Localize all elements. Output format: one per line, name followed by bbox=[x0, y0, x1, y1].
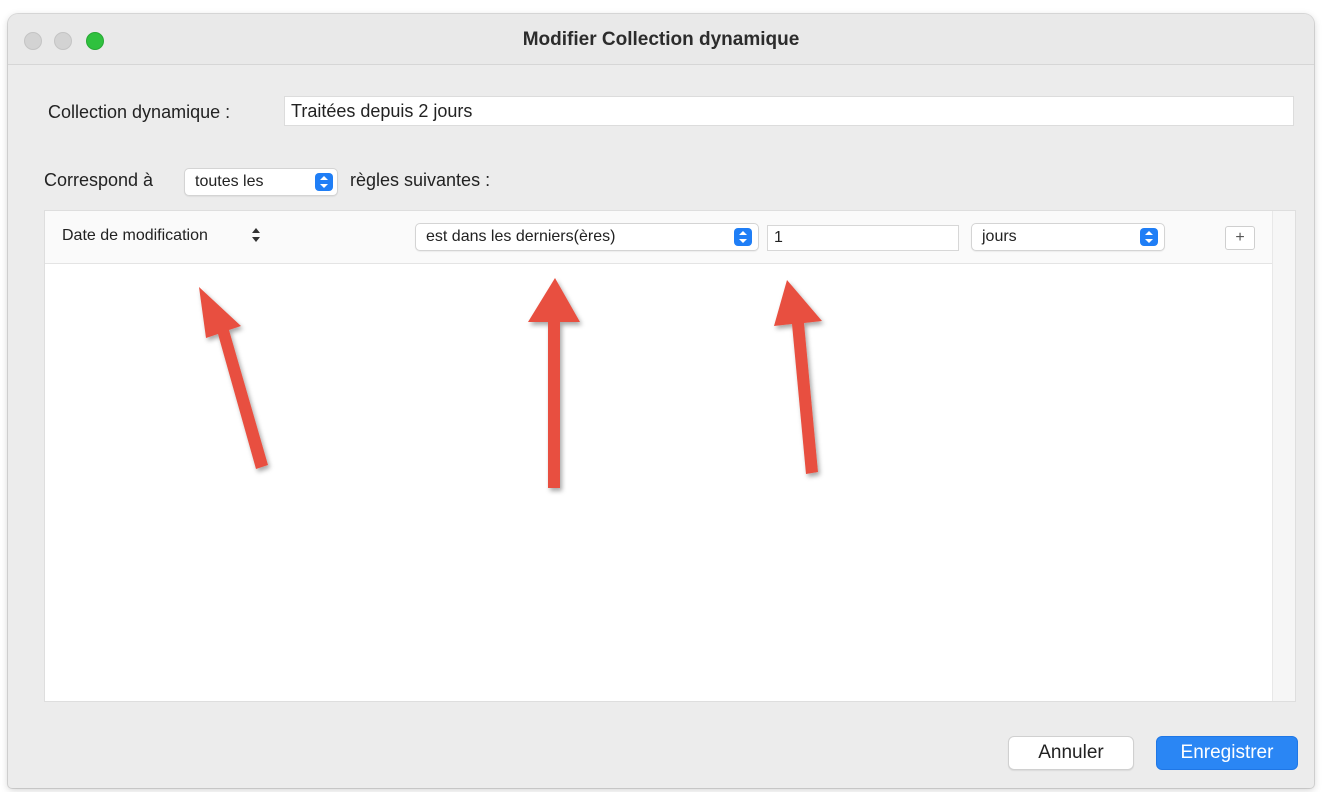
save-button[interactable]: Enregistrer bbox=[1156, 736, 1298, 770]
match-mode-select[interactable]: toutes les bbox=[184, 168, 338, 196]
popup-stepper-icon bbox=[315, 173, 333, 191]
rules-list: Date de modification est dans les dernie… bbox=[44, 210, 1296, 702]
rule-field-label[interactable]: Date de modification bbox=[62, 227, 208, 245]
cancel-button[interactable]: Annuler bbox=[1008, 736, 1134, 770]
rule-row: Date de modification est dans les dernie… bbox=[45, 211, 1273, 264]
add-rule-button[interactable]: + bbox=[1225, 226, 1255, 250]
collection-name-row: Collection dynamique : bbox=[48, 96, 1298, 130]
match-prefix-label: Correspond à bbox=[44, 170, 154, 190]
collection-name-label: Collection dynamique : bbox=[48, 102, 231, 122]
popup-stepper-icon bbox=[734, 228, 752, 246]
rule-field-updown-icon[interactable] bbox=[252, 228, 260, 242]
rule-value-input[interactable] bbox=[767, 225, 959, 251]
collection-name-input[interactable] bbox=[284, 96, 1294, 126]
title-bar: Modifier Collection dynamique bbox=[8, 14, 1314, 65]
window-title: Modifier Collection dynamique bbox=[522, 29, 800, 50]
popup-stepper-icon bbox=[1140, 228, 1158, 246]
smart-collection-dialog: Modifier Collection dynamique Collection… bbox=[8, 14, 1314, 788]
match-mode-value: toutes les bbox=[195, 173, 264, 190]
rule-unit-select[interactable]: jours bbox=[971, 223, 1165, 251]
rule-operator-select[interactable]: est dans les derniers(ères) bbox=[415, 223, 759, 251]
match-suffix-label: règles suivantes : bbox=[350, 170, 491, 190]
rule-operator-value: est dans les derniers(ères) bbox=[426, 228, 616, 245]
rule-unit-value: jours bbox=[982, 228, 1017, 245]
rules-scrollbar[interactable] bbox=[1272, 211, 1295, 701]
